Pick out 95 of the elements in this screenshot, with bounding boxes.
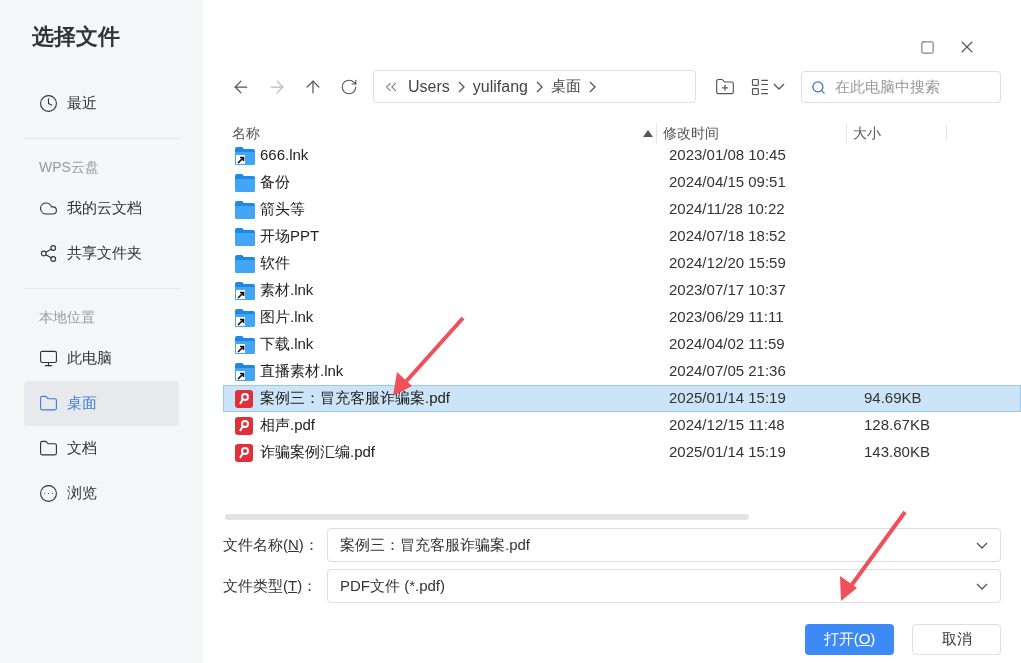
file-row[interactable]: 下载.lnk 2024/04/02 11:59 — [223, 331, 1021, 358]
address-bar[interactable]: Users yulifang 桌面 — [373, 70, 696, 103]
folder-plus-icon — [715, 76, 735, 97]
breadcrumb-item[interactable]: Users — [408, 74, 450, 99]
folder-icon — [235, 200, 255, 219]
sidebar-item[interactable]: 最近 — [24, 81, 179, 126]
dropdown-field[interactable]: 案例三：冒充客服诈骗案.pdf — [327, 528, 1001, 562]
shortcut-folder-icon — [235, 335, 255, 354]
file-name: 下载.lnk — [260, 334, 315, 355]
search-field[interactable]: 在此电脑中搜索 — [801, 70, 1001, 103]
file-size: 143.80KB — [864, 442, 930, 463]
file-size: 94.69KB — [864, 388, 922, 409]
horizontal-scrollbar[interactable] — [225, 514, 749, 520]
section-heading: 本地位置 — [38, 308, 96, 327]
modified-time: 2024/04/02 11:59 — [669, 334, 786, 355]
chevron-right-icon — [535, 80, 543, 93]
modified-time: 2023/06/29 11:11 — [669, 307, 785, 328]
modified-time: 2024/07/05 21:36 — [669, 361, 787, 382]
field-label: 文件类型(T)： — [223, 575, 319, 596]
column-header[interactable]: 修改时间 — [656, 122, 846, 144]
search-icon — [811, 79, 826, 95]
pdf-file-icon — [235, 389, 253, 408]
file-row[interactable]: 直播素材.lnk 2024/07/05 21:36 — [223, 358, 1021, 385]
sidebar-item[interactable]: 此电脑 — [24, 336, 179, 381]
shortcut-folder-icon — [235, 362, 255, 381]
view-mode-button[interactable] — [750, 76, 785, 97]
file-name: 案例三：冒充客服诈骗案.pdf — [260, 388, 452, 409]
file-row[interactable]: 素材.lnk 2023/07/17 10:37 — [223, 277, 1021, 304]
section-heading: WPS云盘 — [38, 158, 100, 177]
sidebar-item[interactable]: 桌面 — [24, 381, 179, 426]
sidebar-item[interactable]: 共享文件夹 — [24, 231, 179, 276]
monitor-icon — [39, 349, 58, 368]
column-header[interactable]: 名称 — [223, 122, 643, 144]
file-name: 软件 — [260, 253, 291, 274]
chevron-right-icon — [588, 80, 596, 93]
modified-time: 2024/12/15 11:48 — [669, 415, 786, 436]
pdf-file-icon — [235, 416, 253, 435]
folder-icon — [39, 394, 58, 413]
folder-icon — [235, 254, 255, 273]
breadcrumb-item[interactable]: 桌面 — [550, 75, 581, 98]
file-name: 素材.lnk — [260, 280, 315, 301]
file-name: 诈骗案例汇编.pdf — [260, 442, 377, 463]
file-name: 相声.pdf — [260, 415, 317, 436]
list-view-icon — [750, 76, 770, 97]
sort-up-icon — [643, 129, 653, 137]
cloud-icon — [39, 199, 58, 218]
file-name: 开场PPT — [260, 226, 321, 247]
modified-time: 2024/11/28 10:22 — [669, 199, 786, 220]
chevron-right-icon — [457, 80, 465, 93]
file-name: 箭头等 — [260, 199, 306, 220]
clock-icon — [39, 94, 58, 113]
file-row[interactable]: 案例三：冒充客服诈骗案.pdf 2025/01/14 15:19 94.69KB — [223, 385, 1021, 412]
modified-time: 2024/04/15 09:51 — [669, 172, 787, 193]
file-name: 直播素材.lnk — [260, 361, 345, 382]
pdf-file-icon — [235, 443, 253, 462]
breadcrumb-item[interactable]: yulifang — [472, 74, 528, 99]
file-row[interactable]: 备份 2024/04/15 09:51 — [223, 169, 1021, 196]
modified-time: 2024/07/18 18:52 — [669, 226, 787, 247]
modified-time: 2025/01/14 15:19 — [669, 388, 787, 409]
sidebar-item[interactable]: 文档 — [24, 426, 179, 471]
folder-icon — [39, 439, 58, 458]
file-name: 备份 — [260, 172, 291, 193]
file-row[interactable]: 开场PPT 2024/07/18 18:52 — [223, 223, 1021, 250]
file-row[interactable]: 箭头等 2024/11/28 10:22 — [223, 196, 1021, 223]
modified-time: 2023/07/17 10:37 — [669, 280, 787, 301]
column-header[interactable]: 大小 — [846, 122, 946, 144]
dropdown-field[interactable]: PDF文件 (*.pdf) — [327, 569, 1001, 603]
modified-time: 2023/01/08 10:45 — [669, 145, 787, 166]
share-icon — [39, 244, 58, 263]
file-row[interactable]: 诈骗案例汇编.pdf 2025/01/14 15:19 143.80KB — [223, 439, 1021, 466]
file-name: 666.lnk — [260, 145, 310, 166]
chevron-down-icon — [976, 541, 988, 549]
refresh-icon — [340, 77, 358, 96]
window-title: 选择文件 — [31, 23, 121, 51]
folder-icon — [235, 173, 255, 192]
more-icon — [39, 484, 58, 503]
file-row[interactable]: 软件 2024/12/20 15:59 — [223, 250, 1021, 277]
file-size: 128.67KB — [864, 415, 930, 436]
modified-time: 2025/01/14 15:19 — [669, 442, 787, 463]
file-name: 图片.lnk — [260, 307, 315, 328]
file-row[interactable]: 666.lnk 2023/01/08 10:45 — [223, 142, 1021, 169]
sidebar-item[interactable]: 我的云文档 — [24, 186, 179, 231]
chevron-down-icon — [976, 582, 988, 590]
sidebar-item[interactable]: 浏览 — [24, 471, 179, 516]
field-label: 文件名称(N)： — [223, 534, 320, 555]
shortcut-folder-icon — [235, 308, 255, 327]
cancel-button[interactable]: 取消 — [912, 624, 1001, 655]
modified-time: 2024/12/20 15:59 — [669, 253, 787, 274]
file-row[interactable]: 图片.lnk 2023/06/29 11:11 — [223, 304, 1021, 331]
maximize-icon — [920, 39, 935, 55]
folder-icon — [235, 227, 255, 246]
shortcut-folder-icon — [235, 146, 255, 165]
shortcut-folder-icon — [235, 281, 255, 300]
file-row[interactable]: 相声.pdf 2024/12/15 11:48 128.67KB — [223, 412, 1021, 439]
chevron-down-icon — [773, 83, 785, 90]
